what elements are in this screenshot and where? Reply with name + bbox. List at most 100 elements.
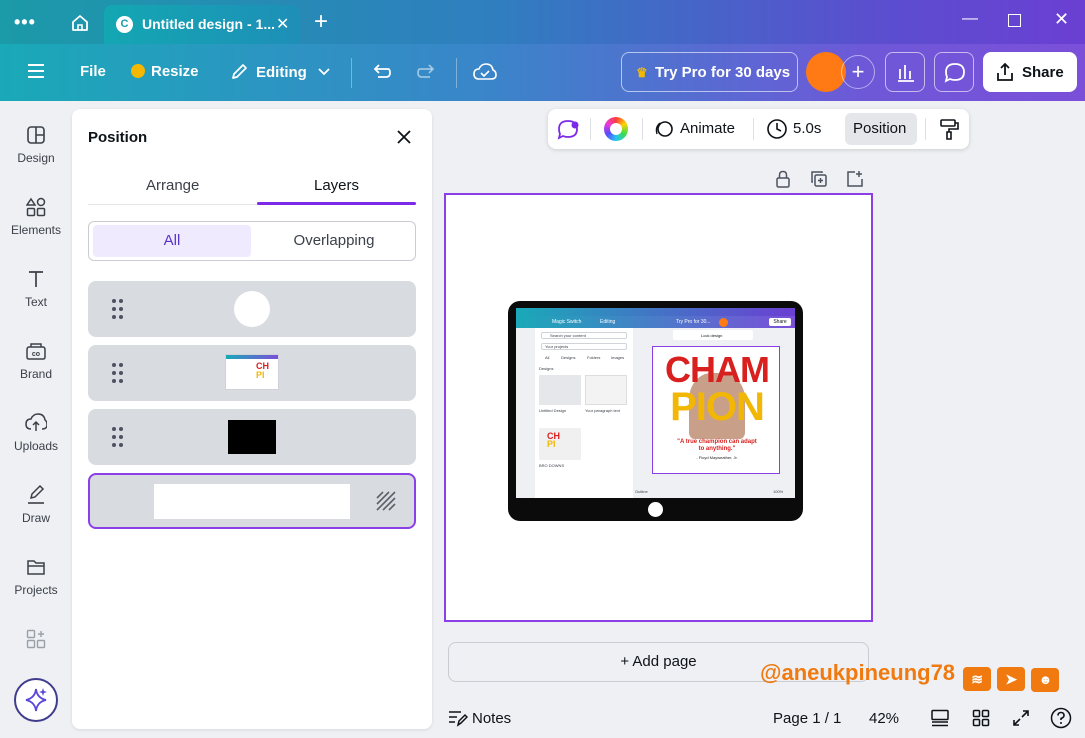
filter-overlapping[interactable]: Overlapping <box>255 225 413 257</box>
try-pro-button[interactable]: ♛ Try Pro for 30 days <box>621 52 798 92</box>
mini-headline-2: PION <box>670 385 765 429</box>
animate-button[interactable]: Animate <box>680 120 735 137</box>
mini-filter: Images <box>611 355 625 360</box>
position-panel: Position Arrange Layers All Overlapping … <box>72 109 432 729</box>
mini-outline: Outline <box>635 489 648 494</box>
home-icon[interactable] <box>70 13 90 33</box>
more-menu-icon[interactable]: ••• <box>14 12 36 33</box>
rail-item-draw[interactable]: Draw <box>0 485 72 525</box>
add-page-icon[interactable] <box>846 170 864 188</box>
grid-view-icon[interactable] <box>972 709 990 727</box>
rail-item-brand[interactable]: co Brand <box>0 341 72 381</box>
close-window-icon[interactable]: ✕ <box>1054 9 1069 30</box>
comments-button[interactable] <box>934 52 974 92</box>
maximize-icon[interactable] <box>1008 14 1021 27</box>
new-tab-icon[interactable]: + <box>314 8 328 36</box>
panel-title: Position <box>88 129 148 146</box>
menu-icon[interactable] <box>28 64 44 78</box>
undo-icon[interactable] <box>370 61 392 83</box>
layer-item-circle[interactable] <box>88 281 416 337</box>
rail-item-text[interactable]: Text <box>0 269 72 309</box>
drag-handle-icon[interactable] <box>112 363 124 383</box>
locked-background-icon <box>376 491 396 511</box>
toolbar-divider <box>351 58 352 88</box>
layer-thumb-circle <box>234 291 270 327</box>
tab-close-icon[interactable]: ✕ <box>276 14 289 34</box>
duplicate-page-icon[interactable] <box>810 170 828 188</box>
invite-plus-button[interactable]: + <box>841 55 875 89</box>
divider <box>642 118 643 140</box>
magic-edit-icon[interactable] <box>556 118 582 140</box>
apps-icon[interactable] <box>26 629 46 649</box>
rail-item-design[interactable]: Design <box>0 125 72 165</box>
layer-thumb-black <box>228 420 276 454</box>
share-button[interactable]: Share <box>983 52 1077 92</box>
mini-magic-label: Magic Switch <box>552 319 582 325</box>
magic-assistant-button[interactable] <box>14 678 58 722</box>
page-indicator[interactable]: Page 1 / 1 <box>773 710 841 727</box>
rail-item-elements[interactable]: Elements <box>0 197 72 237</box>
animate-icon[interactable] <box>653 119 675 139</box>
rail-label: Uploads <box>13 439 59 453</box>
drag-handle-icon[interactable] <box>112 299 124 319</box>
chevron-down-icon <box>318 68 330 76</box>
layer-item-background[interactable] <box>88 473 416 529</box>
close-icon[interactable] <box>394 127 414 147</box>
mini-thumb3-title: BRO DOWNS <box>539 463 565 468</box>
rail-item-uploads[interactable]: Uploads <box>0 413 72 453</box>
draw-icon <box>28 485 45 504</box>
text-icon <box>29 271 43 287</box>
discord-icon: ☻ <box>1031 668 1060 692</box>
zoom-level[interactable]: 42% <box>869 710 899 727</box>
mini-thumb2 <box>585 375 627 405</box>
notes-button[interactable]: Notes <box>472 710 511 727</box>
rail-item-projects[interactable]: Projects <box>0 557 72 597</box>
left-rail: Design Elements Text co Brand Uploads Dr… <box>0 101 72 738</box>
drag-handle-icon[interactable] <box>112 427 124 447</box>
filter-all[interactable]: All <box>93 225 251 257</box>
layer-thumb-background <box>154 484 350 519</box>
redo-icon[interactable] <box>416 61 438 83</box>
layer-item-screenshot[interactable]: CH PI <box>88 345 416 401</box>
paint-roller-icon[interactable] <box>938 118 960 140</box>
rail-label: Text <box>24 295 47 309</box>
page-view-icon[interactable] <box>930 709 950 727</box>
help-icon[interactable] <box>1050 707 1072 729</box>
tab-layers[interactable]: Layers <box>314 177 359 194</box>
mini-thumb1 <box>539 375 581 405</box>
tab-untitled-design[interactable]: C Untitled design - 1... ✕ <box>104 5 300 44</box>
tab-arrange[interactable]: Arrange <box>146 177 199 194</box>
tablet-mockup[interactable]: Magic Switch Editing Try Pro for 30... S… <box>508 301 803 521</box>
divider <box>590 118 591 140</box>
mini-rail <box>516 328 535 498</box>
minimize-icon[interactable]: — <box>962 10 978 28</box>
watermark-text: @aneukpineung78 <box>760 660 956 685</box>
position-button[interactable]: Position <box>845 113 917 145</box>
editing-dropdown[interactable]: Editing <box>230 61 331 81</box>
resize-button[interactable]: Resize <box>131 63 199 80</box>
mini-canvas: Lock design CHAM PION "A true champion c… <box>633 328 795 498</box>
avatar[interactable] <box>806 52 846 92</box>
notes-icon[interactable] <box>448 709 468 727</box>
design-icon <box>27 126 45 144</box>
tab-title: Untitled design - 1... <box>142 16 276 32</box>
mini-avatar <box>719 318 728 327</box>
color-picker-icon[interactable] <box>604 117 628 141</box>
clock-icon[interactable] <box>766 118 788 140</box>
rail-label: Elements <box>10 223 62 237</box>
duration-button[interactable]: 5.0s <box>793 120 821 137</box>
mini-filter: Folders <box>587 355 601 360</box>
mini-editing-label: Editing <box>600 319 616 325</box>
mini-quote: "A true champion can adapt to anything." <box>677 439 757 452</box>
layer-item-black-rect[interactable] <box>88 409 416 465</box>
insights-button[interactable] <box>885 52 925 92</box>
sparkle-icon <box>25 688 47 712</box>
lock-icon[interactable] <box>774 170 792 188</box>
fullscreen-icon[interactable] <box>1012 709 1030 727</box>
cloud-saved-icon[interactable] <box>473 61 497 83</box>
file-menu[interactable]: File <box>80 63 106 80</box>
rail-label: Projects <box>14 583 58 597</box>
mini-section: Designs <box>539 366 554 371</box>
mini-element-toolbar: Lock design <box>673 330 753 340</box>
uploads-icon <box>25 413 47 431</box>
